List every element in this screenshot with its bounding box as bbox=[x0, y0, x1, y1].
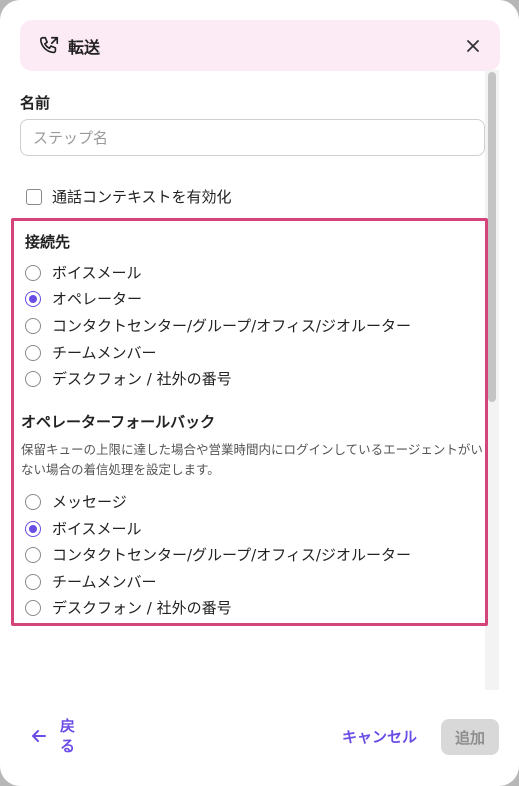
close-icon bbox=[467, 39, 479, 52]
radio-label: ボイスメール bbox=[52, 520, 142, 538]
phone-forward-icon bbox=[39, 36, 59, 53]
fallback-option-desk-phone[interactable]: デスクフォン / 社外の番号 bbox=[25, 597, 232, 618]
radio-label: コンタクトセンター/グループ/オフィス/ジオルーター bbox=[52, 546, 411, 564]
call-context-label: 通話コンテキストを有効化 bbox=[52, 188, 232, 206]
radio-label: チームメンバー bbox=[52, 573, 157, 591]
destination-option-desk-phone[interactable]: デスクフォン / 社外の番号 bbox=[25, 368, 232, 389]
destination-option-team-member[interactable]: チームメンバー bbox=[25, 342, 157, 363]
scrollbar-thumb[interactable] bbox=[488, 72, 496, 402]
radio-label: デスクフォン / 社外の番号 bbox=[52, 599, 232, 617]
fallback-description: 保留キューの上限に達した場合や営業時間内にログインしているエージェントがいない場… bbox=[21, 442, 483, 477]
radio-button[interactable] bbox=[25, 370, 41, 387]
arrow-left-icon bbox=[32, 730, 46, 742]
step-name-input[interactable] bbox=[20, 119, 485, 156]
dialog-header: 転送 bbox=[20, 20, 500, 71]
radio-button[interactable] bbox=[25, 546, 41, 563]
radio-label: ボイスメール bbox=[52, 264, 142, 282]
dialog-title: 転送 bbox=[68, 37, 101, 57]
radio-button-selected[interactable] bbox=[25, 520, 41, 537]
call-context-checkbox[interactable] bbox=[26, 188, 42, 205]
fallback-option-team-member[interactable]: チームメンバー bbox=[25, 571, 157, 592]
name-label: 名前 bbox=[20, 94, 51, 112]
call-context-checkbox-row[interactable]: 通話コンテキストを有効化 bbox=[26, 186, 232, 207]
destination-option-contact-center[interactable]: コンタクトセンター/グループ/オフィス/ジオルーター bbox=[25, 315, 411, 336]
radio-button[interactable] bbox=[25, 573, 41, 590]
radio-button[interactable] bbox=[25, 493, 41, 510]
destination-title: 接続先 bbox=[25, 233, 71, 251]
destination-option-voicemail[interactable]: ボイスメール bbox=[25, 262, 142, 283]
radio-label: チームメンバー bbox=[52, 344, 157, 362]
back-label: 戻る bbox=[60, 717, 76, 755]
radio-button[interactable] bbox=[25, 264, 41, 281]
radio-label: デスクフォン / 社外の番号 bbox=[52, 370, 232, 388]
radio-label: メッセージ bbox=[52, 493, 127, 511]
fallback-option-message[interactable]: メッセージ bbox=[25, 491, 127, 512]
radio-button-selected[interactable] bbox=[25, 290, 41, 307]
radio-button[interactable] bbox=[25, 599, 41, 616]
close-button[interactable] bbox=[464, 37, 482, 55]
radio-button[interactable] bbox=[25, 344, 41, 361]
back-button[interactable]: 戻る bbox=[30, 716, 78, 756]
radio-label: オペレーター bbox=[52, 290, 143, 308]
destination-option-operator[interactable]: オペレーター bbox=[25, 288, 142, 309]
add-button[interactable]: 追加 bbox=[441, 719, 499, 755]
fallback-option-contact-center[interactable]: コンタクトセンター/グループ/オフィス/ジオルーター bbox=[25, 544, 411, 565]
fallback-option-voicemail[interactable]: ボイスメール bbox=[25, 518, 142, 539]
fallback-title: オペレーターフォールバック bbox=[21, 413, 216, 431]
radio-label: コンタクトセンター/グループ/オフィス/ジオルーター bbox=[52, 317, 411, 335]
cancel-button[interactable]: キャンセル bbox=[342, 726, 417, 747]
transfer-dialog: 転送 名前 通話コンテキストを有効化 接続先 ボイスメール オペレーター コンタ… bbox=[0, 0, 519, 786]
radio-button[interactable] bbox=[25, 317, 41, 334]
